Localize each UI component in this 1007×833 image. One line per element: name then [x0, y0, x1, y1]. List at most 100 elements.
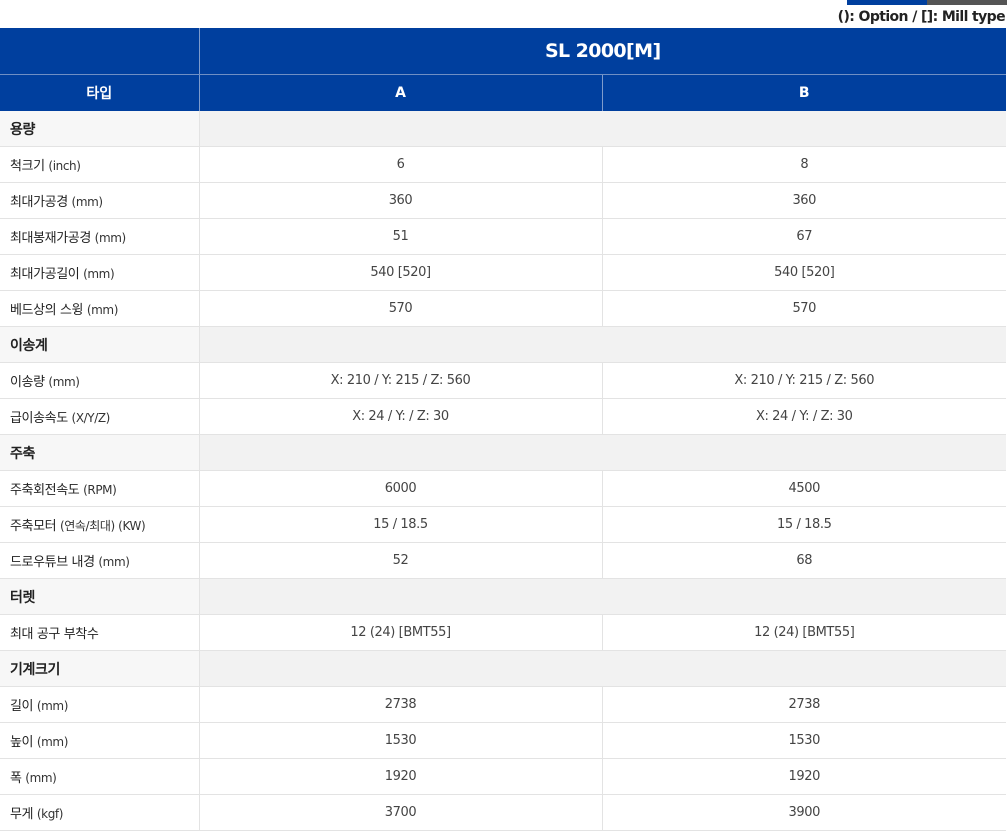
spec-name: 최대가공경	[10, 195, 68, 210]
spec-unit: (inch)	[48, 159, 81, 173]
type-header-row: 타입 A B	[0, 74, 1006, 111]
spec-value-b: 8	[602, 146, 1006, 183]
spec-row: 최대 공구 부착수 12 (24) [BMT55] 12 (24) [BMT55]	[0, 614, 1006, 651]
spec-label: 최대가공길이 (mm)	[0, 254, 200, 291]
spec-label: 이송량 (mm)	[0, 362, 200, 399]
spec-value-b: 360	[602, 182, 1006, 219]
type-col-b: B	[602, 74, 1006, 111]
spec-name: 최대봉재가공경	[10, 231, 91, 246]
spec-unit: (mm)	[48, 375, 80, 389]
spec-value-b: 1530	[602, 722, 1006, 759]
spec-value-b: 2738	[602, 686, 1006, 723]
spec-unit: (mm)	[25, 771, 57, 785]
section-filler	[199, 111, 1006, 147]
spec-unit: (mm)	[94, 231, 127, 245]
spec-row: 급이송속도 (X/Y/Z) X: 24 / Y: / Z: 30 X: 24 / Y…	[0, 398, 1006, 435]
spec-unit: (X/Y/Z)	[71, 411, 111, 425]
spec-label: 베드상의 스윙 (mm)	[0, 290, 200, 327]
spec-label: 폭 (mm)	[0, 758, 200, 795]
spec-name: 주축회전속도	[10, 483, 80, 498]
spec-label: 척크기 (inch)	[0, 146, 200, 183]
model-name: SL 2000[M]	[199, 28, 1006, 75]
section-filler	[199, 650, 1006, 687]
spec-row: 척크기 (inch) 6 8	[0, 146, 1006, 183]
spec-value-a: 570	[199, 290, 603, 327]
spec-label: 무게 (kgf)	[0, 794, 200, 831]
spec-unit: (mm)	[98, 555, 130, 569]
section-row: 터렛	[0, 578, 1006, 615]
spec-name: 베드상의 스윙	[10, 303, 84, 318]
spec-value-a: 51	[199, 218, 603, 255]
spec-value-a: 1530	[199, 722, 603, 759]
spec-name: 높이	[10, 735, 34, 750]
tab-indicator-inactive	[927, 0, 1007, 5]
spec-value-a: 3700	[199, 794, 603, 831]
type-label: 타입	[0, 74, 200, 111]
spec-table: SL 2000[M] 타입 A B 용량 척크기 (inch) 6 8 최대가공경 (m…	[0, 28, 1006, 831]
spec-value-b: X: 24 / Y: / Z: 30	[602, 398, 1006, 435]
spec-row: 최대가공길이 (mm) 540 [520] 540 [520]	[0, 254, 1006, 291]
spec-value-a: X: 210 / Y: 215 / Z: 560	[199, 362, 603, 399]
spec-row: 주축회전속도 (RPM) 6000 4500	[0, 470, 1006, 507]
spec-label: 주축회전속도 (RPM)	[0, 470, 200, 507]
spec-value-a: 540 [520]	[199, 254, 603, 291]
spec-row: 높이 (mm) 1530 1530	[0, 722, 1006, 759]
section-row: 기계크기	[0, 650, 1006, 687]
spec-label: 최대가공경 (mm)	[0, 182, 200, 219]
section-row: 이송계	[0, 326, 1006, 363]
section-label: 이송계	[0, 326, 200, 363]
spec-row: 주축모터 (연속/최대) (KW) 15 / 18.5 15 / 18.5	[0, 506, 1006, 543]
spec-label: 주축모터 (연속/최대) (KW)	[0, 506, 200, 543]
spec-name: 드로우튜브 내경	[10, 555, 95, 570]
section-filler	[199, 434, 1006, 471]
spec-value-b: 540 [520]	[602, 254, 1006, 291]
section-row: 용량	[0, 111, 1006, 147]
spec-name: 무게	[10, 807, 34, 822]
section-label: 터렛	[0, 578, 200, 615]
spec-value-b: 68	[602, 542, 1006, 579]
spec-value-b: 67	[602, 218, 1006, 255]
spec-row: 최대봉재가공경 (mm) 51 67	[0, 218, 1006, 255]
spec-table-body: 용량 척크기 (inch) 6 8 최대가공경 (mm) 360 360 최대봉재가공경 (m…	[0, 111, 1006, 831]
spec-value-b: X: 210 / Y: 215 / Z: 560	[602, 362, 1006, 399]
section-label: 기계크기	[0, 650, 200, 687]
type-col-a: A	[199, 74, 603, 111]
spec-value-a: 2738	[199, 686, 603, 723]
spec-value-a: 15 / 18.5	[199, 506, 603, 543]
spec-name: 이송량	[10, 375, 45, 390]
section-filler	[199, 326, 1006, 363]
spec-unit: (mm)	[36, 735, 69, 749]
spec-name: 주축모터	[10, 519, 57, 534]
spec-value-b: 4500	[602, 470, 1006, 507]
spec-row: 베드상의 스윙 (mm) 570 570	[0, 290, 1006, 327]
spec-unit: (mm)	[71, 195, 104, 209]
spec-value-a: 12 (24) [BMT55]	[199, 614, 603, 651]
spec-value-b: 3900	[602, 794, 1006, 831]
spec-name: 폭	[10, 771, 22, 786]
spec-label: 드로우튜브 내경 (mm)	[0, 542, 200, 579]
spec-row: 폭 (mm) 1920 1920	[0, 758, 1006, 795]
spec-value-a: 6	[199, 146, 603, 183]
spec-label: 최대봉재가공경 (mm)	[0, 218, 200, 255]
spec-label: 최대 공구 부착수	[0, 614, 200, 651]
spec-name: 척크기	[10, 159, 45, 174]
spec-row: 이송량 (mm) X: 210 / Y: 215 / Z: 560 X: 210 /…	[0, 362, 1006, 399]
section-label: 용량	[0, 111, 200, 147]
spec-value-a: X: 24 / Y: / Z: 30	[199, 398, 603, 435]
spec-label: 높이 (mm)	[0, 722, 200, 759]
spec-value-a: 52	[199, 542, 603, 579]
spec-value-b: 12 (24) [BMT55]	[602, 614, 1006, 651]
spec-row: 무게 (kgf) 3700 3900	[0, 794, 1006, 831]
section-label: 주축	[0, 434, 200, 471]
spec-name: 길이	[10, 699, 34, 714]
spec-row: 드로우튜브 내경 (mm) 52 68	[0, 542, 1006, 579]
spec-label: 길이 (mm)	[0, 686, 200, 723]
model-header-blank	[0, 28, 200, 75]
spec-unit: (kgf)	[36, 807, 64, 821]
section-row: 주축	[0, 434, 1006, 471]
spec-value-a: 6000	[199, 470, 603, 507]
spec-value-a: 360	[199, 182, 603, 219]
top-tab-indicator	[847, 0, 1007, 5]
spec-row: 길이 (mm) 2738 2738	[0, 686, 1006, 723]
spec-unit: (mm)	[36, 699, 69, 713]
